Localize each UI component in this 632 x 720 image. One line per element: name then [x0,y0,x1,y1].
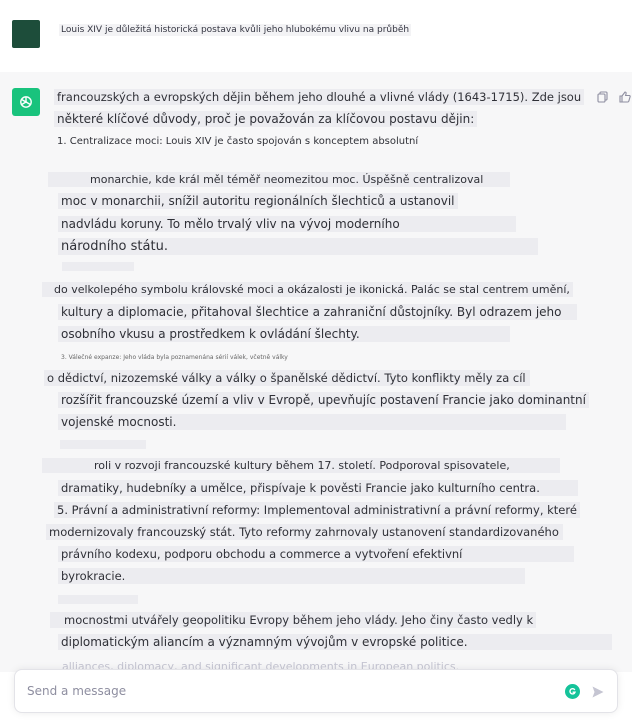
openai-logo-icon [12,88,40,116]
response-line: roli v rozvoji francouzské kultury během… [42,458,560,473]
response-line-blurred [60,440,146,449]
response-line-blurred [58,595,138,604]
response-line: byrokracie. [58,568,526,584]
grammarly-icon[interactable] [565,684,580,699]
response-line-blurred [62,262,134,271]
response-line: moc v monarchii, snížil autoritu regioná… [58,193,458,209]
thumbs-up-icon[interactable] [618,90,632,104]
response-line: 1. Centralizace moci: Louis XIV je často… [57,136,419,147]
response-line: o dědictví, nizozemské války a války o š… [44,370,530,386]
response-line: právního kodexu, podporu obchodu a comme… [58,546,575,562]
response-line: monarchie, kde král měl téměř neomezitou… [48,172,511,187]
message-input[interactable] [27,670,547,712]
assistant-message-row: francouzských a evropských dějin během j… [0,72,632,672]
response-line: vojenské mocnosti. [58,414,567,430]
response-side-blur [528,634,612,650]
response-line: nadvládu koruny. To mělo trvalý vliv na … [58,216,516,232]
message-composer [14,669,618,713]
response-line: kultury a diplomacie, přitahoval šlechti… [58,304,577,320]
response-line: rozšířit francouzské území a vliv v Evro… [58,392,589,408]
response-line: diplomatickým aliancím a významným vývoj… [58,634,580,650]
response-line: do velkolepého symbolu královské moci a … [42,282,573,297]
response-line: některé klíčové důvody, proč je považová… [54,111,478,127]
response-line: francouzských a evropských dějin během j… [54,89,585,105]
response-line-small: 3. Válečné expanze: Jeho vláda byla pozn… [61,354,288,361]
user-avatar [12,20,40,48]
response-line: národního státu. [58,238,538,255]
response-line: modernizovaly francouzský stát. Tyto ref… [46,524,563,540]
response-line: dramatiky, hudebníky a umělce, přispívaj… [58,480,578,496]
response-line: osobního vkusu a prostředkem k ovládání … [58,326,510,342]
response-line: mocnostmi utvářely geopolitiku Evropy bě… [50,612,537,628]
user-message-text: Louis XIV je důležitá historická postava… [59,24,412,36]
message-actions [596,90,632,104]
user-message-row: Louis XIV je důležitá historická postava… [0,0,632,72]
send-icon[interactable] [591,684,605,698]
response-line: 5. Právní a administrativní reformy: Imp… [54,502,580,518]
copy-icon[interactable] [596,90,610,104]
